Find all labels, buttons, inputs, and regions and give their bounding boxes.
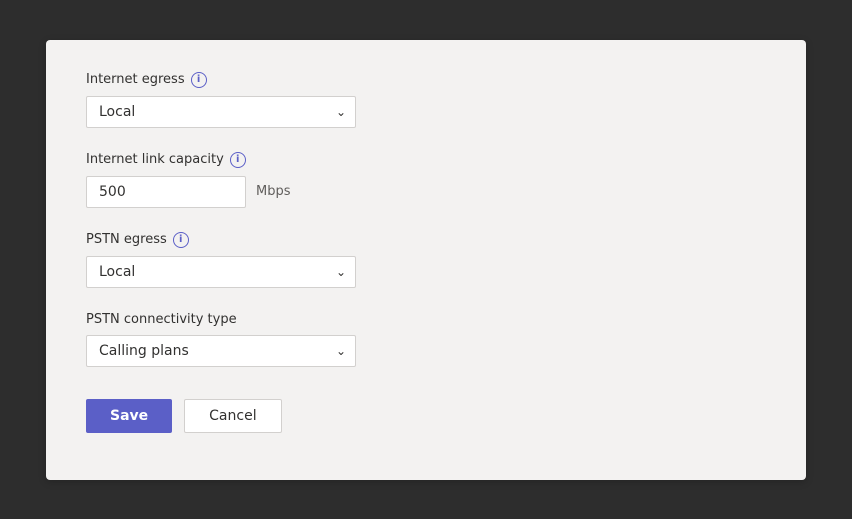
button-row: Save Cancel: [86, 399, 766, 433]
internet-link-capacity-label-text: Internet link capacity: [86, 152, 224, 167]
internet-link-capacity-unit: Mbps: [256, 184, 291, 199]
internet-egress-select-wrapper: Local Remote PSTN ⌄: [86, 96, 356, 128]
pstn-connectivity-select-wrapper: Calling plans Direct routing Operator co…: [86, 335, 356, 367]
pstn-egress-select[interactable]: Local Remote: [86, 256, 356, 288]
internet-link-capacity-label: Internet link capacity i: [86, 152, 766, 168]
internet-link-capacity-info-icon[interactable]: i: [230, 152, 246, 168]
settings-card: Internet egress i Local Remote PSTN ⌄ In…: [46, 40, 806, 480]
internet-egress-label-text: Internet egress: [86, 72, 185, 87]
pstn-egress-group: PSTN egress i Local Remote ⌄: [86, 232, 766, 288]
internet-link-capacity-group: Internet link capacity i Mbps: [86, 152, 766, 208]
pstn-egress-label-text: PSTN egress: [86, 232, 167, 247]
pstn-connectivity-select[interactable]: Calling plans Direct routing Operator co…: [86, 335, 356, 367]
pstn-egress-info-icon[interactable]: i: [173, 232, 189, 248]
pstn-connectivity-label: PSTN connectivity type: [86, 312, 766, 327]
internet-egress-info-icon[interactable]: i: [191, 72, 207, 88]
pstn-connectivity-label-text: PSTN connectivity type: [86, 312, 237, 327]
internet-egress-label: Internet egress i: [86, 72, 766, 88]
save-button[interactable]: Save: [86, 399, 172, 433]
internet-egress-group: Internet egress i Local Remote PSTN ⌄: [86, 72, 766, 128]
internet-link-capacity-input[interactable]: [86, 176, 246, 208]
internet-link-capacity-row: Mbps: [86, 176, 766, 208]
internet-egress-select[interactable]: Local Remote PSTN: [86, 96, 356, 128]
pstn-egress-select-wrapper: Local Remote ⌄: [86, 256, 356, 288]
pstn-connectivity-group: PSTN connectivity type Calling plans Dir…: [86, 312, 766, 367]
cancel-button[interactable]: Cancel: [184, 399, 281, 433]
pstn-egress-label: PSTN egress i: [86, 232, 766, 248]
